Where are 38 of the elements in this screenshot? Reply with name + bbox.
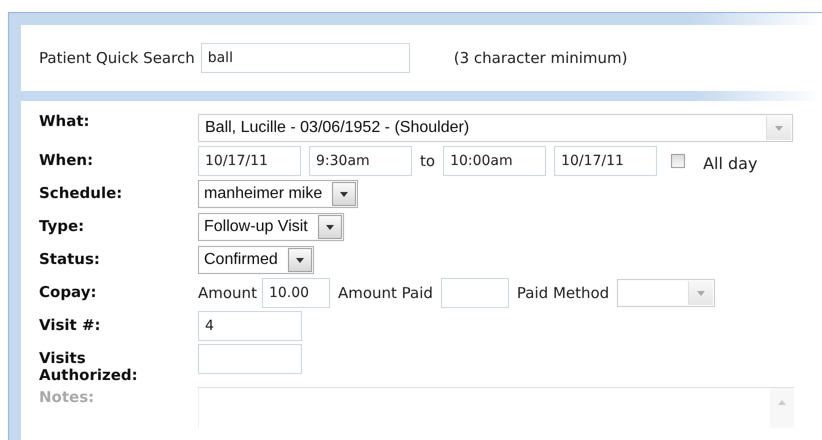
end-time-field[interactable]: 10:00am — [443, 146, 546, 176]
field-label: Visits Authorized: — [39, 348, 139, 384]
field-label: Copay: — [39, 282, 98, 301]
notes-field[interactable] — [198, 387, 794, 428]
all-day-checkbox[interactable] — [671, 154, 686, 168]
amount-field[interactable]: 10.00 — [262, 278, 330, 308]
caret-icon — [340, 192, 348, 196]
dropdown[interactable]: Confirmed — [198, 246, 314, 274]
search-hint: (3 character minimum) — [454, 49, 628, 67]
field-label: Status: — [39, 249, 101, 268]
text-field[interactable]: 4 — [198, 311, 302, 341]
start-date-field[interactable]: 10/17/11 — [198, 146, 301, 176]
amount-paid-label: Amount Paid — [338, 284, 433, 302]
caret-icon — [697, 290, 706, 296]
dropdown[interactable]: manheimer mike — [198, 180, 358, 208]
search-label: Patient Quick Search — [39, 49, 195, 67]
patient-dropdown[interactable]: Ball, Lucille - 03/06/1952 - (Shoulder) — [198, 114, 793, 142]
field-label: Schedule: — [39, 183, 124, 202]
start-time-field[interactable]: 9:30am — [309, 146, 412, 176]
field-label: When: — [39, 150, 94, 169]
paid-method-label: Paid Method — [516, 284, 610, 302]
scroll-up-icon — [778, 400, 786, 405]
caret-icon — [775, 126, 783, 130]
amount-label: Amount — [198, 284, 257, 302]
paid-method-dropdown[interactable] — [617, 279, 716, 307]
search-field[interactable]: ball — [200, 43, 410, 73]
end-date-field[interactable]: 10/17/11 — [554, 146, 658, 176]
field-label: What: — [39, 113, 91, 130]
field-label: Notes: — [39, 387, 96, 406]
dropdown[interactable]: Follow-up Visit — [198, 213, 344, 241]
field-label: Type: — [39, 216, 86, 235]
field-label: Visit #: — [39, 315, 102, 334]
to-label: to — [420, 152, 436, 170]
caret-icon — [296, 258, 304, 262]
amount-paid-field[interactable] — [440, 278, 509, 308]
caret-icon — [326, 224, 334, 230]
all-day-label: All day — [703, 152, 758, 172]
text-field[interactable] — [198, 344, 302, 374]
